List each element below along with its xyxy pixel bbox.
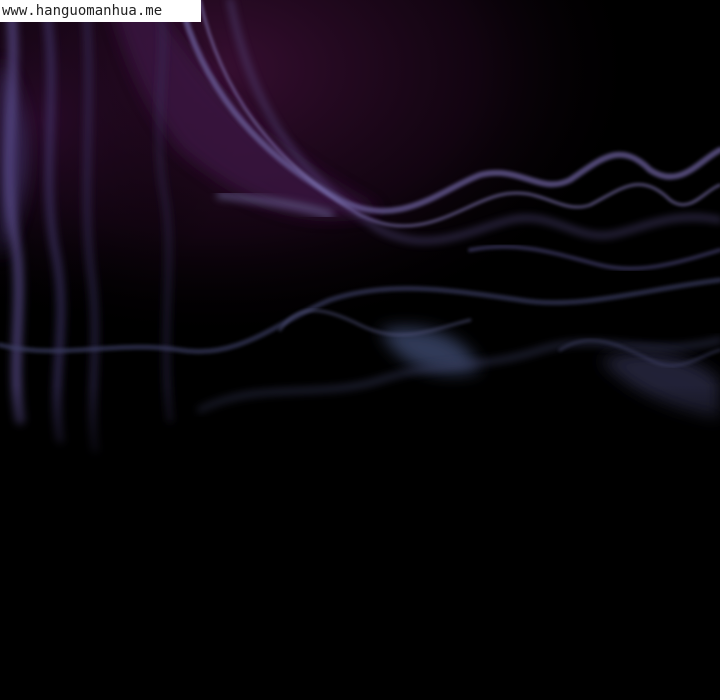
abstract-smoke-artwork [0, 0, 720, 700]
site-watermark: www.hanguomanhua.me [0, 0, 201, 22]
page: www.hanguomanhua.me [0, 0, 720, 700]
bottom-dark-fade [0, 0, 720, 700]
